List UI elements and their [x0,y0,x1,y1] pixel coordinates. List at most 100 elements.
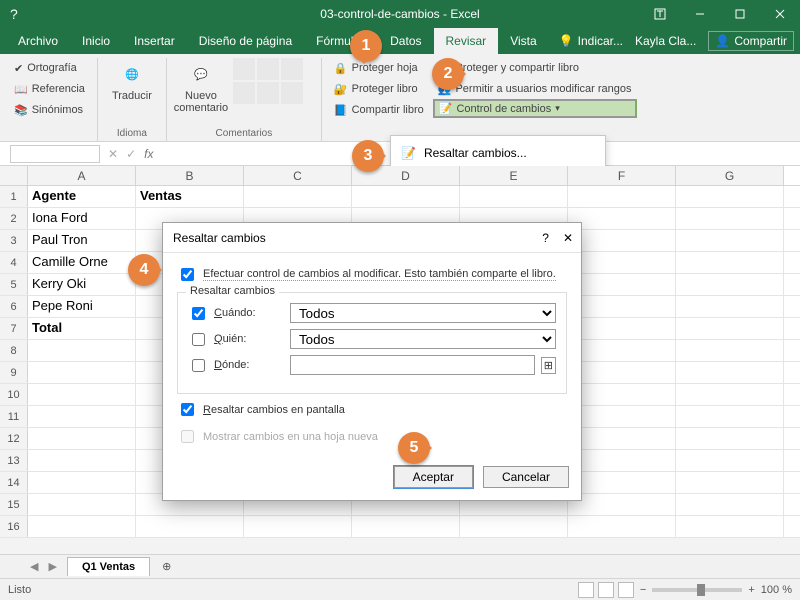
prev-comment-icon[interactable] [257,58,279,80]
ribbon-options-icon[interactable] [640,0,680,28]
cell[interactable] [676,494,784,515]
tab-vista[interactable]: Vista [498,28,548,54]
cell[interactable] [676,186,784,207]
cell[interactable] [568,472,676,493]
translate-button[interactable]: 🌐 Traducir [106,58,158,102]
share-button[interactable]: 👤 Compartir [708,31,794,51]
track-changes-button[interactable]: 📝Control de cambios▾ [434,100,636,117]
cell[interactable] [28,406,136,427]
grid-row[interactable]: 16 [0,516,800,538]
tab-nav-prev-icon[interactable]: ◀ [30,560,38,573]
synonyms-button[interactable]: 📚Sinónimos [10,100,89,120]
col-header-f[interactable]: F [568,166,676,185]
fx-icon[interactable]: fx [144,147,153,161]
tab-archivo[interactable]: Archivo [6,28,70,54]
where-checkbox[interactable] [192,359,205,372]
next-comment-icon[interactable] [281,58,303,80]
where-input[interactable] [290,355,535,375]
cell[interactable] [568,296,676,317]
show-comment-icon[interactable] [233,82,255,104]
maximize-button[interactable] [720,0,760,28]
cell[interactable] [676,450,784,471]
cell[interactable] [28,384,136,405]
cell[interactable] [676,274,784,295]
cell[interactable] [28,340,136,361]
name-box[interactable] [10,145,100,163]
row-header[interactable]: 14 [0,472,28,493]
add-sheet-button[interactable]: ⊕ [154,557,179,576]
cell[interactable]: Paul Tron [28,230,136,251]
comment-nav-buttons[interactable] [233,58,313,104]
close-button[interactable] [760,0,800,28]
account-name[interactable]: Kayla Cla... [635,34,696,48]
cell[interactable] [568,494,676,515]
new-comment-button[interactable]: 💬 Nuevo comentario [175,58,227,114]
zoom-slider[interactable] [652,588,742,592]
spelling-button[interactable]: ✔Ortografía [10,58,89,78]
range-picker-icon[interactable]: ⊞ [541,357,556,374]
cell[interactable] [460,516,568,537]
cell[interactable] [352,516,460,537]
col-header-g[interactable]: G [676,166,784,185]
cell[interactable] [568,450,676,471]
select-all-corner[interactable] [0,166,28,185]
cell[interactable] [676,406,784,427]
help-icon[interactable]: ? [10,6,18,22]
row-header[interactable]: 6 [0,296,28,317]
tab-diseno[interactable]: Diseño de página [187,28,304,54]
cell[interactable] [568,230,676,251]
protect-sheet-button[interactable]: 🔒Proteger hoja [330,58,428,78]
cell[interactable] [676,318,784,339]
when-checkbox[interactable] [192,307,205,320]
col-header-b[interactable]: B [136,166,244,185]
cell[interactable] [568,318,676,339]
cell[interactable] [136,516,244,537]
cell[interactable] [676,340,784,361]
view-page-layout-icon[interactable] [598,582,614,598]
cell[interactable] [568,362,676,383]
row-header[interactable]: 12 [0,428,28,449]
cell[interactable] [28,450,136,471]
cell[interactable] [28,516,136,537]
tab-nav-next-icon[interactable]: ▶ [48,560,56,573]
cell[interactable] [568,384,676,405]
cell[interactable]: Kerry Oki [28,274,136,295]
grid-row[interactable]: 1AgenteVentas [0,186,800,208]
when-select[interactable]: Todos [290,303,556,323]
cell[interactable] [676,296,784,317]
track-while-editing-checkbox[interactable] [181,268,194,281]
row-header[interactable]: 13 [0,450,28,471]
allow-ranges-button[interactable]: 👥Permitir a usuarios modificar rangos [434,79,636,99]
highlight-on-screen-checkbox[interactable] [181,403,194,416]
cell[interactable] [676,362,784,383]
cell[interactable] [676,208,784,229]
zoom-thumb[interactable] [697,584,705,596]
col-header-a[interactable]: A [28,166,136,185]
sheet-tab[interactable]: Q1 Ventas [67,557,150,576]
cell[interactable] [676,516,784,537]
show-ink-icon[interactable] [281,82,303,104]
cell[interactable] [676,252,784,273]
tab-revisar[interactable]: Revisar [434,28,499,54]
tell-me[interactable]: 💡 Indicar... [559,34,623,48]
cell[interactable] [568,252,676,273]
cell[interactable] [28,428,136,449]
show-all-comments-icon[interactable] [257,82,279,104]
row-header[interactable]: 9 [0,362,28,383]
enter-formula-icon[interactable]: ✓ [126,147,136,161]
cell[interactable] [676,230,784,251]
dialog-close-button[interactable]: ✕ [563,231,573,245]
tab-datos[interactable]: Datos [378,28,433,54]
cell[interactable] [568,406,676,427]
cell[interactable] [568,186,676,207]
who-checkbox[interactable] [192,333,205,346]
protect-book-button[interactable]: 🔐Proteger libro [330,79,428,99]
cell[interactable] [676,428,784,449]
cancel-formula-icon[interactable]: ✕ [108,147,118,161]
cell[interactable] [568,208,676,229]
cell[interactable]: Ventas [136,186,244,207]
row-header[interactable]: 5 [0,274,28,295]
cell[interactable] [568,428,676,449]
cell[interactable] [460,186,568,207]
cell[interactable] [28,472,136,493]
